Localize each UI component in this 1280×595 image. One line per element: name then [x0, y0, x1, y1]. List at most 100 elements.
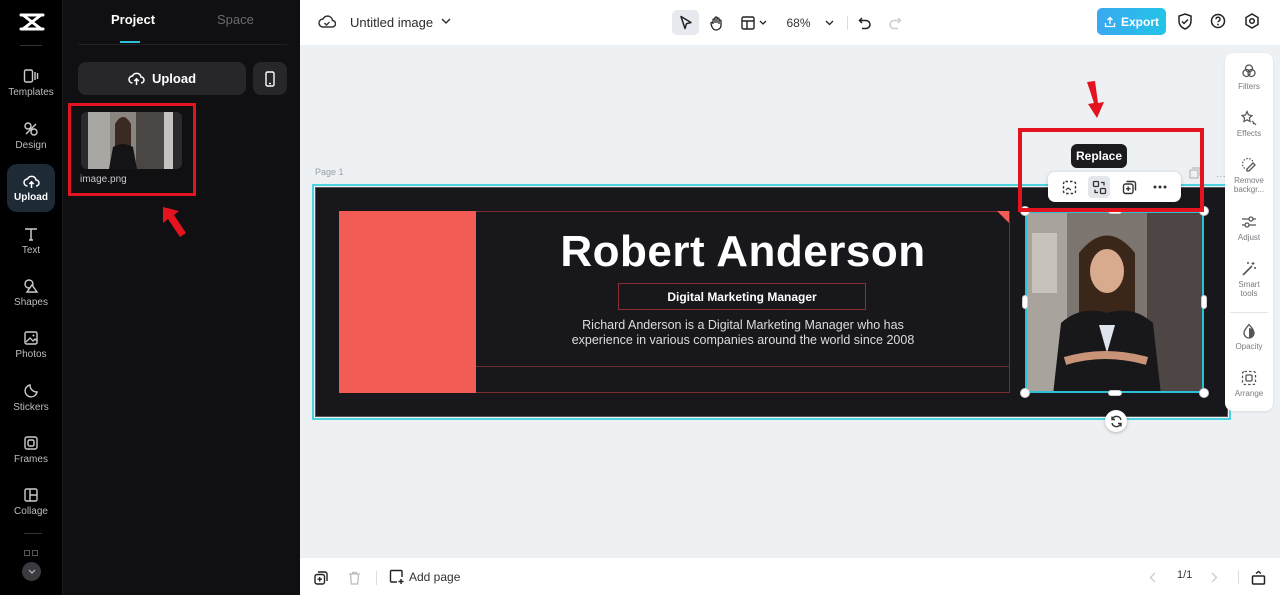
resize-handle-left[interactable] [1022, 295, 1028, 309]
remove-background-button[interactable]: Remove backgr... [1225, 157, 1273, 194]
resize-handle-br[interactable] [1199, 388, 1209, 398]
adjust-sliders-icon [1242, 216, 1256, 228]
effects-button[interactable]: Effects [1225, 110, 1273, 138]
chevron-down-icon[interactable] [441, 18, 451, 25]
rail-item-design[interactable]: Design [7, 112, 55, 160]
chevron-right-icon[interactable] [1211, 572, 1218, 583]
annotation-arrow-icon [1087, 81, 1104, 118]
photos-icon [24, 331, 38, 345]
undo-button[interactable] [854, 10, 876, 35]
frame-line [476, 366, 1010, 367]
more-icon [1153, 185, 1167, 189]
resize-handle-bl[interactable] [1020, 388, 1030, 398]
layout-dropdown[interactable] [738, 10, 770, 35]
upload-cloud-icon [128, 72, 145, 85]
expand-more-button[interactable] [22, 562, 41, 581]
templates-icon [23, 69, 39, 83]
rail-item-templates[interactable]: Templates [7, 59, 55, 107]
description-text[interactable]: Richard Anderson is a Digital Marketing … [476, 318, 1010, 348]
hand-tool-button[interactable] [703, 10, 730, 35]
opacity-drop-icon [1243, 323, 1255, 339]
tab-space[interactable]: Space [217, 12, 254, 27]
export-button[interactable]: Export [1097, 8, 1166, 35]
rail-item-frames[interactable]: Frames [7, 426, 55, 474]
rail-label: Upload [14, 191, 48, 203]
rail-item-upload[interactable]: Upload [7, 164, 55, 212]
share-upload-icon [1104, 16, 1116, 27]
adjust-button[interactable]: Adjust [1225, 214, 1273, 242]
uploaded-image-thumbnail[interactable] [81, 112, 182, 169]
rail-label: Design [15, 140, 47, 151]
add-page-button[interactable]: Add page [389, 569, 460, 584]
arrange-button[interactable]: Arrange [1225, 370, 1273, 398]
add-page-label: Add page [409, 569, 461, 584]
description-line: experience in various companies around t… [571, 333, 915, 347]
apps-grid-icon[interactable] [24, 550, 39, 562]
help-icon[interactable] [1210, 13, 1226, 29]
select-tool-button[interactable] [672, 10, 699, 35]
rail-label: Photos [15, 349, 47, 360]
chevron-down-icon [759, 20, 767, 25]
rail-item-stickers[interactable]: Stickers [7, 374, 55, 422]
tab-project[interactable]: Project [111, 12, 155, 27]
resize-handle-right[interactable] [1201, 295, 1207, 309]
role-label[interactable]: Digital Marketing Manager [618, 283, 866, 310]
hand-icon [709, 15, 722, 31]
settings-gear-icon[interactable] [1244, 13, 1260, 29]
opacity-label: Opacity [1235, 342, 1263, 351]
duplicate-icon [1122, 180, 1137, 194]
zoom-dropdown[interactable]: 68% [782, 10, 838, 35]
opacity-button[interactable]: Opacity [1225, 323, 1273, 351]
selected-photo[interactable] [1025, 211, 1204, 393]
upload-button[interactable]: Upload [78, 62, 246, 95]
effects-label: Effects [1236, 129, 1262, 138]
replace-button[interactable] [1088, 176, 1111, 198]
cloud-saved-icon [318, 15, 336, 28]
rail-item-photos[interactable]: Photos [7, 321, 55, 369]
smart-tools-button[interactable]: Smart tools [1225, 261, 1273, 298]
divider [24, 533, 42, 534]
resize-handle-bottom[interactable] [1108, 390, 1122, 396]
portrait-image [1027, 213, 1202, 391]
remove-background-label: Remove backgr... [1233, 176, 1265, 194]
duplicate-button[interactable] [1119, 176, 1141, 198]
coral-block[interactable] [339, 211, 476, 393]
rail-item-text[interactable]: Text [7, 217, 55, 265]
bottom-bar: Add page 1/1 [300, 558, 1280, 595]
headline-name[interactable]: Robert Anderson [476, 227, 1010, 277]
text-icon [25, 228, 37, 241]
rail-item-shapes[interactable]: Shapes [7, 269, 55, 317]
crop-button[interactable] [1058, 176, 1080, 198]
crop-icon [1062, 180, 1076, 194]
rail-label: Stickers [13, 402, 49, 413]
stickers-icon [24, 384, 38, 398]
upload-from-phone-button[interactable] [253, 62, 287, 95]
capcut-logo-icon[interactable] [17, 11, 47, 33]
phone-icon [265, 70, 275, 87]
pointer-icon [679, 15, 692, 29]
document-title[interactable]: Untitled image [350, 15, 433, 30]
delete-trash-icon[interactable] [348, 571, 361, 585]
filters-button[interactable]: Filters [1225, 63, 1273, 91]
file-name: image.png [80, 174, 127, 185]
smart-tools-label: Smart tools [1238, 280, 1260, 298]
corner-accent [997, 211, 1009, 223]
description-line: Richard Anderson is a Digital Marketing … [582, 318, 904, 332]
redo-button[interactable] [884, 10, 906, 35]
design-icon [24, 122, 38, 136]
arrange-label: Arrange [1234, 389, 1264, 398]
more-options-button[interactable] [1149, 176, 1171, 198]
collage-icon [24, 488, 38, 502]
rotate-handle[interactable] [1105, 410, 1127, 432]
rail-item-collage[interactable]: Collage [7, 478, 55, 526]
rail-label: Shapes [14, 297, 48, 308]
rail-label: Collage [14, 506, 48, 517]
filters-icon [1242, 64, 1256, 78]
expand-pages-icon[interactable] [1251, 570, 1266, 585]
divider [20, 45, 42, 46]
replace-icon [1092, 180, 1107, 194]
chevron-left-icon[interactable] [1149, 572, 1156, 583]
shield-check-icon[interactable] [1177, 13, 1193, 30]
duplicate-page-icon[interactable] [314, 571, 328, 585]
divider [1230, 312, 1268, 313]
